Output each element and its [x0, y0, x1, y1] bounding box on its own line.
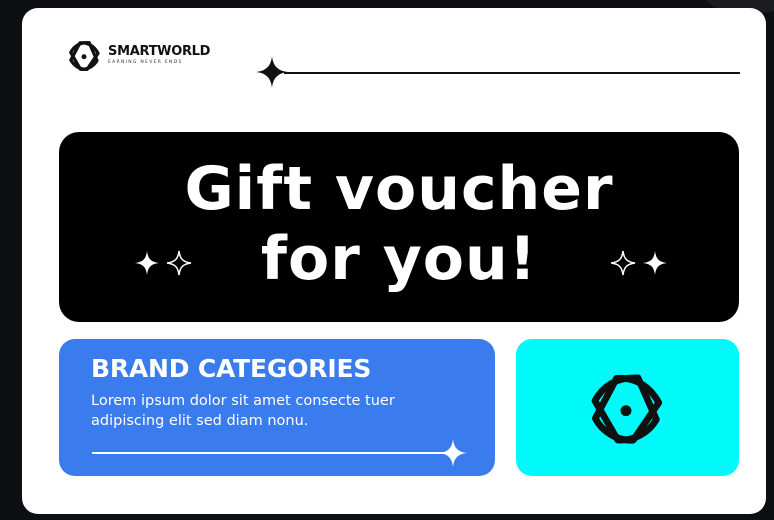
divider-line [284, 72, 740, 74]
brand-tagline: EARNING NEVER ENDS [108, 60, 183, 65]
sparkle-pair-icon [135, 250, 192, 276]
categories-title: BRAND CATEGORIES [91, 354, 372, 383]
brand-name: SMARTWORLD [108, 44, 211, 59]
brand-categories-card: BRAND CATEGORIES Lorem ipsum dolor sit a… [59, 339, 495, 476]
categories-description: Lorem ipsum dolor sit amet consecte tuer… [91, 393, 395, 429]
orbit-logo-icon [591, 374, 663, 444]
sparkle-icon [439, 439, 467, 467]
sparkle-pair-icon [610, 250, 667, 276]
hero-title-line1: Gift voucher [184, 154, 614, 224]
categories-divider [92, 452, 447, 454]
brand-logo: SMARTWORLD EARNING NEVER ENDS [66, 38, 210, 74]
voucher-card: SMARTWORLD EARNING NEVER ENDS Gift vouch… [22, 8, 766, 514]
hero-banner: Gift voucher for you! [59, 132, 739, 322]
logo-card [516, 339, 739, 476]
orbit-logo-icon [69, 41, 100, 72]
